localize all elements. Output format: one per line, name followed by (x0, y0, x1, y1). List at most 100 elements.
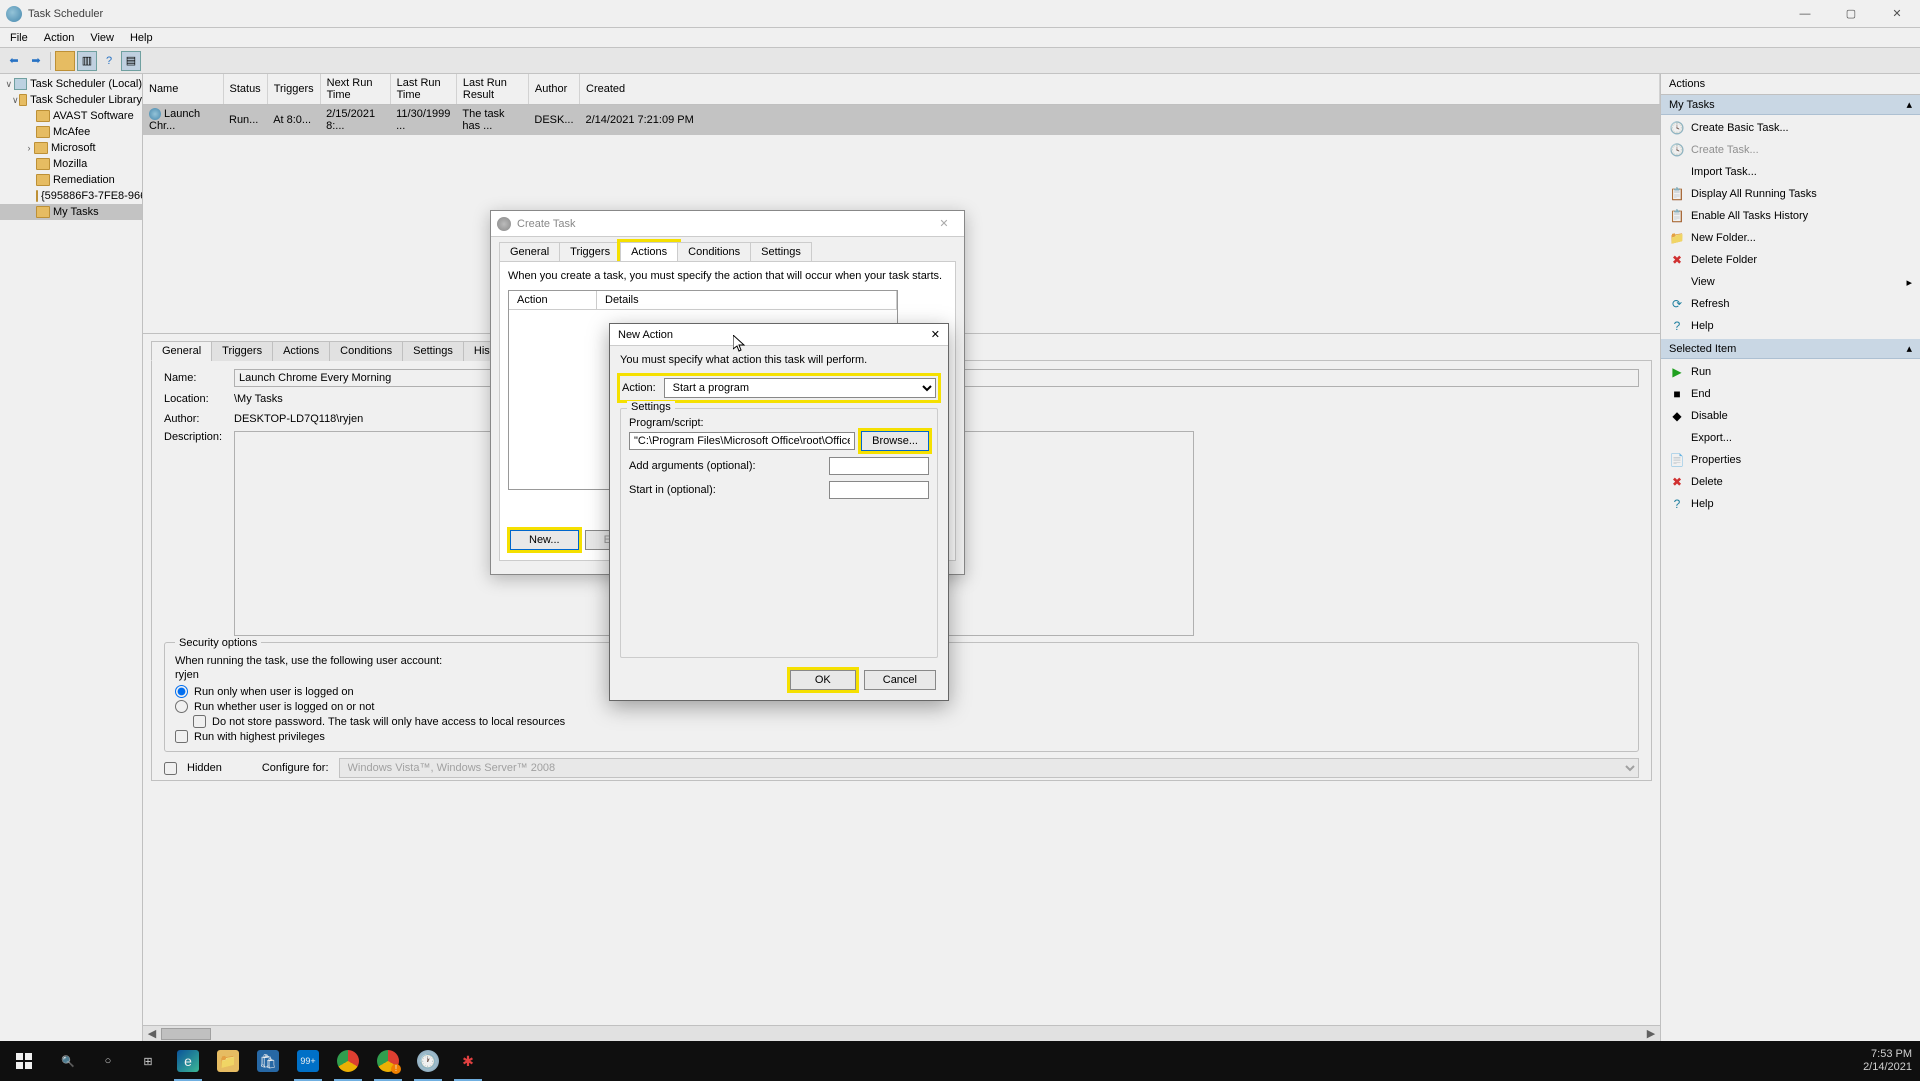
close-button[interactable]: ✕ (1874, 0, 1920, 28)
program-input[interactable] (629, 432, 855, 450)
action-export[interactable]: Export... (1661, 427, 1920, 449)
tree-library[interactable]: ∨Task Scheduler Library (0, 92, 142, 108)
configure-for-select[interactable]: Windows Vista™, Windows Server™ 2008 (339, 758, 1639, 778)
start-button[interactable] (0, 1041, 48, 1081)
system-clock[interactable]: 7:53 PM 2/14/2021 (1855, 1048, 1920, 1074)
cancel-button[interactable]: Cancel (864, 670, 936, 690)
close-icon[interactable]: ✕ (930, 217, 958, 230)
action-new-folder[interactable]: 📁New Folder... (1661, 227, 1920, 249)
check-no-store-password[interactable] (193, 715, 206, 728)
delete-icon: ✖ (1669, 252, 1685, 268)
tree-item[interactable]: {595886F3-7FE8-966B- (0, 188, 142, 204)
action-create-basic-task[interactable]: 🕓Create Basic Task... (1661, 117, 1920, 139)
action-run[interactable]: ▶Run (1661, 361, 1920, 383)
taskbar[interactable]: 🔍 ○ ⊞ e 📁 🛍 99+ ! 🕐 ✱ 7:53 PM 2/14/2021 (0, 1041, 1920, 1081)
chrome-icon[interactable] (328, 1041, 368, 1081)
description-label: Description: (164, 431, 234, 443)
tab-actions[interactable]: Actions (620, 242, 678, 262)
mail-icon[interactable]: 99+ (288, 1041, 328, 1081)
action-end[interactable]: ■End (1661, 383, 1920, 405)
tree-item[interactable]: ›Microsoft (0, 140, 142, 156)
horizontal-scrollbar[interactable]: ◀▶ (143, 1025, 1660, 1041)
actions-header: Actions (1661, 74, 1920, 95)
tree-item[interactable]: Mozilla (0, 156, 142, 172)
actions-section-my-tasks[interactable]: My Tasks▴ (1661, 95, 1920, 115)
action-type-select[interactable]: Start a program (664, 378, 936, 398)
tab-triggers[interactable]: Triggers (559, 242, 621, 262)
search-button[interactable]: 🔍 (48, 1041, 88, 1081)
action-enable-history[interactable]: 📋Enable All Tasks History (1661, 205, 1920, 227)
browse-button[interactable]: Browse... (861, 431, 929, 451)
tab-settings[interactable]: Settings (750, 242, 812, 262)
action-help[interactable]: ?Help (1661, 315, 1920, 337)
action-help-2[interactable]: ?Help (1661, 493, 1920, 515)
collapse-icon[interactable]: ▴ (1906, 342, 1912, 355)
actions-hint: When you create a task, you must specify… (508, 270, 947, 282)
store-icon[interactable]: 🛍 (248, 1041, 288, 1081)
tab-conditions[interactable]: Conditions (677, 242, 751, 262)
show-hide-action-pane-button[interactable]: ▤ (121, 51, 141, 71)
arguments-input[interactable] (829, 457, 929, 475)
new-action-dialog: New Action ✕ You must specify what actio… (609, 323, 949, 701)
new-button[interactable]: New... (510, 530, 579, 550)
window-title: Task Scheduler (28, 8, 1782, 20)
tree-item[interactable]: McAfee (0, 124, 142, 140)
check-highest-priv[interactable] (175, 730, 188, 743)
menu-help[interactable]: Help (122, 30, 161, 46)
dialog-titlebar[interactable]: Create Task ✕ (491, 211, 964, 237)
help-button[interactable]: ? (99, 51, 119, 71)
show-hide-console-tree-button[interactable]: ▥ (77, 51, 97, 71)
collapse-icon[interactable]: ▴ (1906, 98, 1912, 111)
detail-tab-triggers[interactable]: Triggers (211, 341, 273, 361)
chrome-icon-2[interactable]: ! (368, 1041, 408, 1081)
task-row[interactable]: Launch Chr... Run... At 8:0... 2/15/2021… (143, 105, 1660, 136)
tab-general[interactable]: General (499, 242, 560, 262)
action-delete[interactable]: ✖Delete (1661, 471, 1920, 493)
cortana-button[interactable]: ○ (88, 1041, 128, 1081)
up-button[interactable] (55, 51, 75, 71)
properties-icon: 📄 (1669, 452, 1685, 468)
radio-logged-on-or-not[interactable] (175, 700, 188, 713)
app-icon (6, 6, 22, 22)
menu-file[interactable]: File (2, 30, 36, 46)
actions-section-selected[interactable]: Selected Item▴ (1661, 339, 1920, 359)
action-delete-folder[interactable]: ✖Delete Folder (1661, 249, 1920, 271)
action-properties[interactable]: 📄Properties (1661, 449, 1920, 471)
close-icon[interactable]: ✕ (931, 328, 940, 341)
startin-input[interactable] (829, 481, 929, 499)
check-hidden[interactable] (164, 762, 177, 775)
app-icon[interactable]: ✱ (448, 1041, 488, 1081)
detail-tab-general[interactable]: General (151, 341, 212, 361)
detail-tab-conditions[interactable]: Conditions (329, 341, 403, 361)
tree-item-my-tasks[interactable]: My Tasks (0, 204, 142, 220)
tree-item[interactable]: Remediation (0, 172, 142, 188)
folder-icon: 📁 (1669, 230, 1685, 246)
task-list-header-row: Name Status Triggers Next Run Time Last … (143, 74, 1660, 105)
action-create-task[interactable]: 🕓Create Task... (1661, 139, 1920, 161)
tree-root[interactable]: ∨Task Scheduler (Local) (0, 76, 142, 92)
dialog-titlebar[interactable]: New Action ✕ (610, 324, 948, 346)
menu-view[interactable]: View (82, 30, 122, 46)
disable-icon: ◆ (1669, 408, 1685, 424)
ok-button[interactable]: OK (790, 670, 856, 690)
action-import-task[interactable]: Import Task... (1661, 161, 1920, 183)
minimize-button[interactable]: — (1782, 0, 1828, 28)
action-disable[interactable]: ◆Disable (1661, 405, 1920, 427)
action-view[interactable]: View▸ (1661, 271, 1920, 293)
task-view-button[interactable]: ⊞ (128, 1041, 168, 1081)
task-scheduler-icon[interactable]: 🕐 (408, 1041, 448, 1081)
detail-tab-settings[interactable]: Settings (402, 341, 464, 361)
explorer-icon[interactable]: 📁 (208, 1041, 248, 1081)
detail-tab-actions[interactable]: Actions (272, 341, 330, 361)
tree-item[interactable]: AVAST Software (0, 108, 142, 124)
back-button[interactable]: ⬅ (4, 51, 24, 71)
tree-pane[interactable]: ∨Task Scheduler (Local) ∨Task Scheduler … (0, 74, 143, 1041)
menu-action[interactable]: Action (36, 30, 83, 46)
forward-button[interactable]: ➡ (26, 51, 46, 71)
maximize-button[interactable]: ▢ (1828, 0, 1874, 28)
action-display-running[interactable]: 📋Display All Running Tasks (1661, 183, 1920, 205)
settings-legend: Settings (627, 401, 675, 413)
action-refresh[interactable]: ⟳Refresh (1661, 293, 1920, 315)
edge-icon[interactable]: e (168, 1041, 208, 1081)
radio-logged-on[interactable] (175, 685, 188, 698)
